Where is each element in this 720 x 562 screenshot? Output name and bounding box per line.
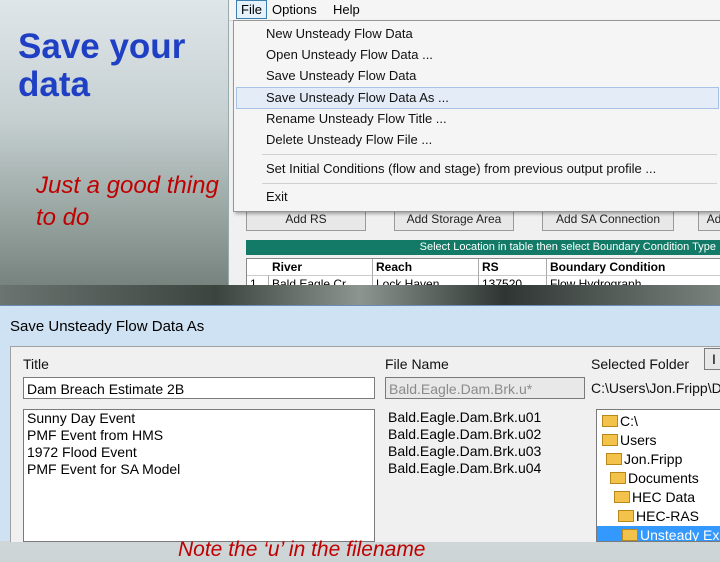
list-item[interactable]: Sunny Day Event bbox=[24, 410, 374, 427]
list-item[interactable]: 1972 Flood Event bbox=[24, 444, 374, 461]
folder-icon bbox=[622, 529, 638, 541]
folder-icon bbox=[602, 415, 618, 427]
boundary-instruction-bar: Select Location in table then select Bou… bbox=[246, 240, 720, 255]
column-header-boundary-condition: Boundary Condition bbox=[547, 259, 720, 275]
list-item[interactable]: Bald.Eagle.Dam.Brk.u01 bbox=[385, 409, 585, 426]
menu-item-rename[interactable]: Rename Unsteady Flow Title ... bbox=[266, 109, 447, 129]
title-input[interactable]: Dam Breach Estimate 2B bbox=[23, 377, 375, 399]
folder-item[interactable]: C:\ bbox=[602, 412, 638, 431]
filename-label: File Name bbox=[385, 356, 449, 372]
annotation-note: Note the ‘u’ in the filename bbox=[178, 538, 426, 561]
menu-item-new[interactable]: New Unsteady Flow Data bbox=[266, 24, 413, 44]
dialog-title: Save Unsteady Flow Data As bbox=[10, 318, 205, 335]
folder-icon bbox=[602, 434, 618, 446]
folder-icon bbox=[618, 510, 634, 522]
folder-item[interactable]: Documents bbox=[610, 469, 699, 488]
file-menu-dropdown: New Unsteady Flow Data Open Unsteady Flo… bbox=[233, 20, 720, 212]
add-sa-connection-button[interactable]: Add SA Connection bbox=[542, 209, 674, 231]
editor-toolbar: Add RS Add Storage Area Add SA Connectio… bbox=[246, 209, 720, 231]
folder-item[interactable]: Jon.Fripp bbox=[606, 450, 682, 469]
filename-input[interactable]: Bald.Eagle.Dam.Brk.u* bbox=[385, 377, 585, 399]
column-header-rs: RS bbox=[479, 259, 547, 275]
folder-item[interactable]: HEC Data bbox=[614, 488, 695, 507]
menu-item-open[interactable]: Open Unsteady Flow Data ... bbox=[266, 45, 433, 65]
slide-subtitle: Just a good thing to do bbox=[36, 172, 219, 231]
folder-item[interactable]: Users bbox=[602, 431, 657, 450]
menu-bar: File Options Help bbox=[229, 0, 720, 21]
add-more-button[interactable]: Ad bbox=[698, 209, 720, 231]
list-item[interactable]: Bald.Eagle.Dam.Brk.u04 bbox=[385, 460, 585, 477]
photo-strip bbox=[0, 285, 720, 305]
folder-icon bbox=[614, 491, 630, 503]
title-list[interactable]: Sunny Day Event PMF Event from HMS 1972 … bbox=[23, 409, 375, 542]
list-item[interactable]: Bald.Eagle.Dam.Brk.u02 bbox=[385, 426, 585, 443]
menu-item-exit[interactable]: Exit bbox=[266, 187, 288, 207]
column-header-reach: Reach bbox=[373, 259, 479, 275]
dialog-body: Title File Name Selected Folder Dam Brea… bbox=[10, 346, 720, 561]
save-as-dialog: Save Unsteady Flow Data As Title File Na… bbox=[0, 305, 720, 561]
list-item[interactable]: Bald.Eagle.Dam.Brk.u03 bbox=[385, 443, 585, 460]
folder-tree[interactable]: C:\ Users Jon.Fripp Documents HEC Data H… bbox=[596, 409, 720, 542]
add-storage-area-button[interactable]: Add Storage Area bbox=[394, 209, 514, 231]
folder-button[interactable]: I bbox=[704, 348, 720, 370]
slide-title: Save your data bbox=[18, 27, 186, 104]
menu-item-set-initial-conditions[interactable]: Set Initial Conditions (flow and stage) … bbox=[266, 159, 656, 179]
folder-icon bbox=[606, 453, 622, 465]
title-label: Title bbox=[23, 356, 49, 372]
menu-separator bbox=[262, 154, 717, 155]
menu-item-save[interactable]: Save Unsteady Flow Data bbox=[266, 66, 416, 86]
file-list[interactable]: Bald.Eagle.Dam.Brk.u01 Bald.Eagle.Dam.Br… bbox=[385, 409, 585, 542]
selected-folder-label: Selected Folder bbox=[591, 356, 690, 372]
list-item[interactable]: PMF Event from HMS bbox=[24, 427, 374, 444]
selected-folder-path: C:\Users\Jon.Fripp\D bbox=[591, 380, 720, 396]
menu-separator bbox=[262, 183, 717, 184]
add-rs-button[interactable]: Add RS bbox=[246, 209, 366, 231]
menu-item-delete[interactable]: Delete Unsteady Flow File ... bbox=[266, 130, 432, 150]
menu-options[interactable]: Options bbox=[268, 2, 321, 17]
folder-item[interactable]: HEC-RAS bbox=[618, 507, 699, 526]
menu-help[interactable]: Help bbox=[329, 2, 364, 17]
menu-item-save-as[interactable]: Save Unsteady Flow Data As ... bbox=[266, 88, 449, 108]
list-item[interactable]: PMF Event for SA Model bbox=[24, 461, 374, 478]
menu-file[interactable]: File bbox=[236, 0, 267, 19]
folder-icon bbox=[610, 472, 626, 484]
column-header-river: River bbox=[269, 259, 373, 275]
